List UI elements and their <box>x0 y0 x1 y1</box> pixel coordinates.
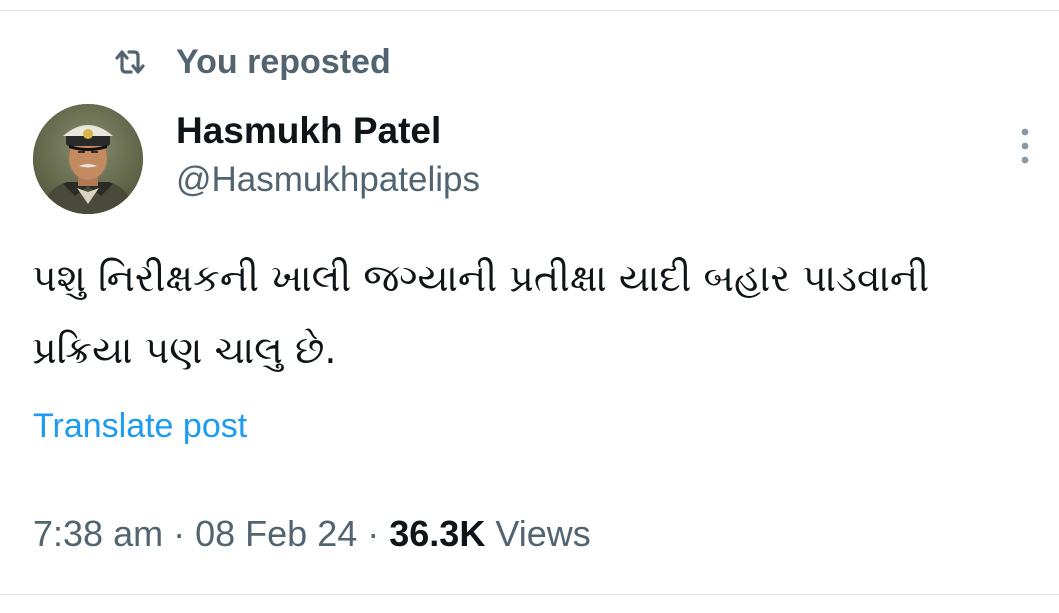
avatar[interactable] <box>33 104 143 214</box>
views-label: Views <box>495 513 591 554</box>
top-divider <box>0 10 1059 11</box>
meta-separator: · <box>173 513 186 554</box>
views-count[interactable]: 36.3K <box>389 513 485 554</box>
author-handle[interactable]: @Hasmukhpatelips <box>176 158 480 202</box>
post-text-line: પશુ નિરીક્ષકની ખાલી જગ્યાની પ્રતીક્ષા યા… <box>32 256 930 300</box>
repost-icon <box>112 47 148 77</box>
post-time[interactable]: 7:38 am <box>33 513 163 554</box>
avatar-photo <box>33 104 143 214</box>
more-options-button[interactable] <box>1005 126 1045 170</box>
post-text: પશુ નિરીક્ષકની ખાલી જગ્યાની પ્રતીક્ષા યા… <box>32 242 1047 386</box>
more-vertical-icon <box>1019 126 1031 171</box>
post-meta: 7:38 am · 08 Feb 24 · 36.3K Views <box>33 510 591 558</box>
post-text-line: પ્રક્રિયા પણ ચાલુ છે. <box>32 328 337 372</box>
post-date[interactable]: 08 Feb 24 <box>195 513 357 554</box>
author-name[interactable]: Hasmukh Patel <box>176 108 441 154</box>
repost-label: You reposted <box>176 42 391 81</box>
bottom-divider <box>0 594 1059 595</box>
repost-indicator[interactable]: You reposted <box>112 40 391 84</box>
translate-post-link[interactable]: Translate post <box>33 404 247 448</box>
meta-separator: · <box>367 513 380 554</box>
